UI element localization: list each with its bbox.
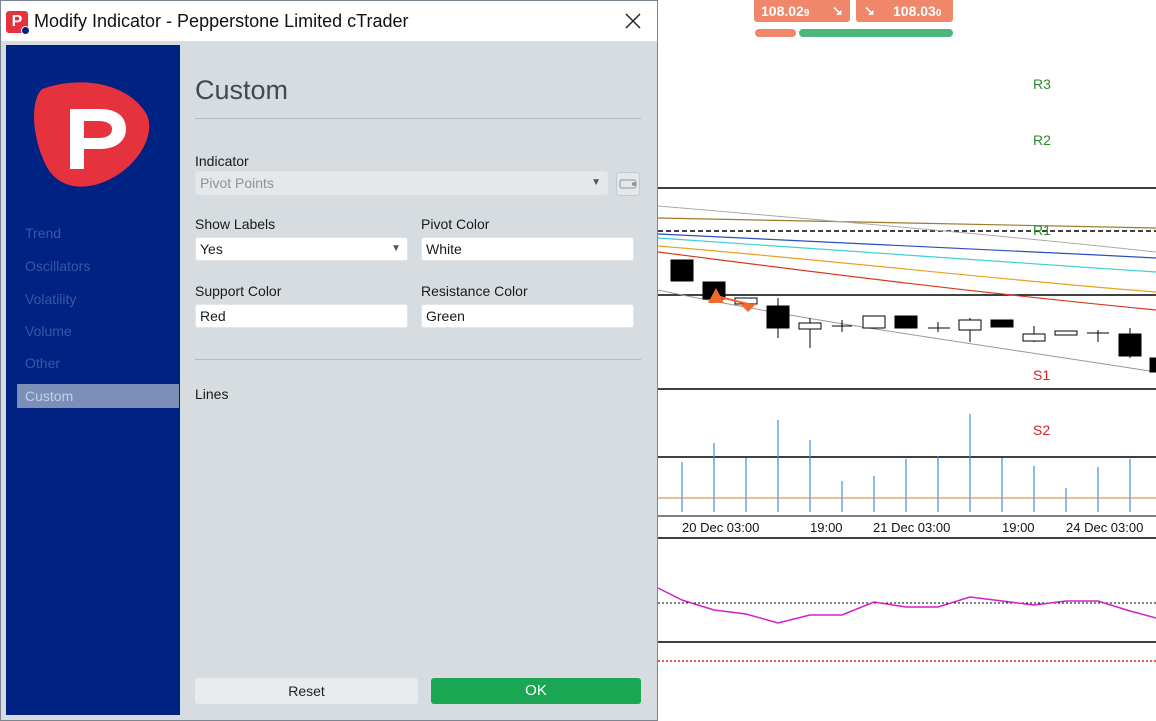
lines-section-label: Lines bbox=[195, 386, 229, 402]
time-label: 24 Dec 03:00 bbox=[1066, 520, 1144, 535]
s1-label: S1 bbox=[1033, 367, 1051, 383]
resistance-color-label: Resistance Color bbox=[421, 283, 528, 299]
oscillator-line bbox=[657, 587, 1156, 624]
ma-line-blue bbox=[657, 233, 1156, 259]
time-label: 21 Dec 03:00 bbox=[873, 520, 951, 535]
title-divider bbox=[195, 118, 641, 119]
ma-line-brown bbox=[657, 217, 1156, 229]
lines-divider bbox=[195, 359, 641, 360]
time-label: 20 Dec 03:00 bbox=[682, 520, 760, 535]
sidebar-item-custom[interactable]: Custom bbox=[17, 384, 179, 408]
sidebar-item-trend[interactable]: Trend bbox=[17, 221, 179, 245]
dialog-titlebar[interactable]: P Modify Indicator - Pepperstone Limited… bbox=[1, 1, 657, 41]
r1-label: R1 bbox=[1033, 222, 1051, 238]
chevron-down-icon: ▼ bbox=[391, 243, 401, 254]
ctrader-app-icon: P bbox=[6, 11, 30, 35]
support-color-label: Support Color bbox=[195, 283, 282, 299]
sidebar-item-oscillators[interactable]: Oscillators bbox=[17, 254, 179, 278]
resistance-color-value: Green bbox=[426, 308, 465, 324]
visibility-toggle[interactable] bbox=[616, 172, 640, 196]
r2-label: R2 bbox=[1033, 132, 1051, 148]
modify-indicator-dialog: P Modify Indicator - Pepperstone Limited… bbox=[0, 0, 658, 721]
r3-label: R3 bbox=[1033, 76, 1051, 92]
dialog-title: Modify Indicator - Pepperstone Limited c… bbox=[34, 11, 409, 31]
toggle-switch-icon bbox=[619, 179, 637, 189]
sidebar-item-volume[interactable]: Volume bbox=[17, 319, 179, 343]
ma-line-orange bbox=[657, 245, 1156, 293]
ma-line-gray bbox=[657, 205, 1156, 253]
stage: 108.029 ↘ ↘ 108.030 R3 R2 R1 S1 S2 20 De… bbox=[0, 0, 1156, 721]
show-labels-value: Yes bbox=[200, 241, 223, 257]
chevron-down-icon: ▼ bbox=[591, 177, 601, 188]
time-label: 19:00 bbox=[1002, 520, 1035, 535]
reset-button[interactable]: Reset bbox=[195, 678, 418, 704]
indicator-select-value: Pivot Points bbox=[200, 175, 274, 191]
pivot-color-field[interactable]: White bbox=[421, 237, 634, 261]
candles bbox=[670, 259, 1156, 373]
pivot-color-value: White bbox=[426, 241, 462, 257]
resistance-color-field[interactable]: Green bbox=[421, 304, 634, 328]
support-color-field[interactable]: Red bbox=[195, 304, 408, 328]
s2-label: S2 bbox=[1033, 422, 1051, 438]
category-sidebar: Trend Oscillators Volatility Volume Othe… bbox=[6, 45, 180, 715]
page-title: Custom bbox=[195, 75, 289, 105]
sell-marker-icon bbox=[740, 304, 756, 312]
ma-line-cyan bbox=[657, 237, 1156, 273]
pepperstone-logo bbox=[34, 82, 150, 187]
close-icon bbox=[625, 13, 641, 29]
indicator-select[interactable]: Pivot Points ▼ bbox=[195, 171, 608, 195]
indicator-label: Indicator bbox=[195, 153, 249, 169]
pivot-color-label: Pivot Color bbox=[421, 216, 490, 232]
time-label: 19:00 bbox=[810, 520, 843, 535]
sidebar-item-volatility[interactable]: Volatility bbox=[17, 287, 179, 311]
support-color-value: Red bbox=[200, 308, 226, 324]
show-labels-label: Show Labels bbox=[195, 216, 276, 232]
sidebar-item-other[interactable]: Other bbox=[17, 351, 179, 375]
volume-bars bbox=[681, 414, 1131, 512]
ma-line-red bbox=[657, 251, 1156, 311]
ok-button[interactable]: OK bbox=[431, 678, 641, 704]
close-button[interactable] bbox=[619, 7, 647, 35]
show-labels-select[interactable]: Yes ▼ bbox=[195, 237, 408, 261]
